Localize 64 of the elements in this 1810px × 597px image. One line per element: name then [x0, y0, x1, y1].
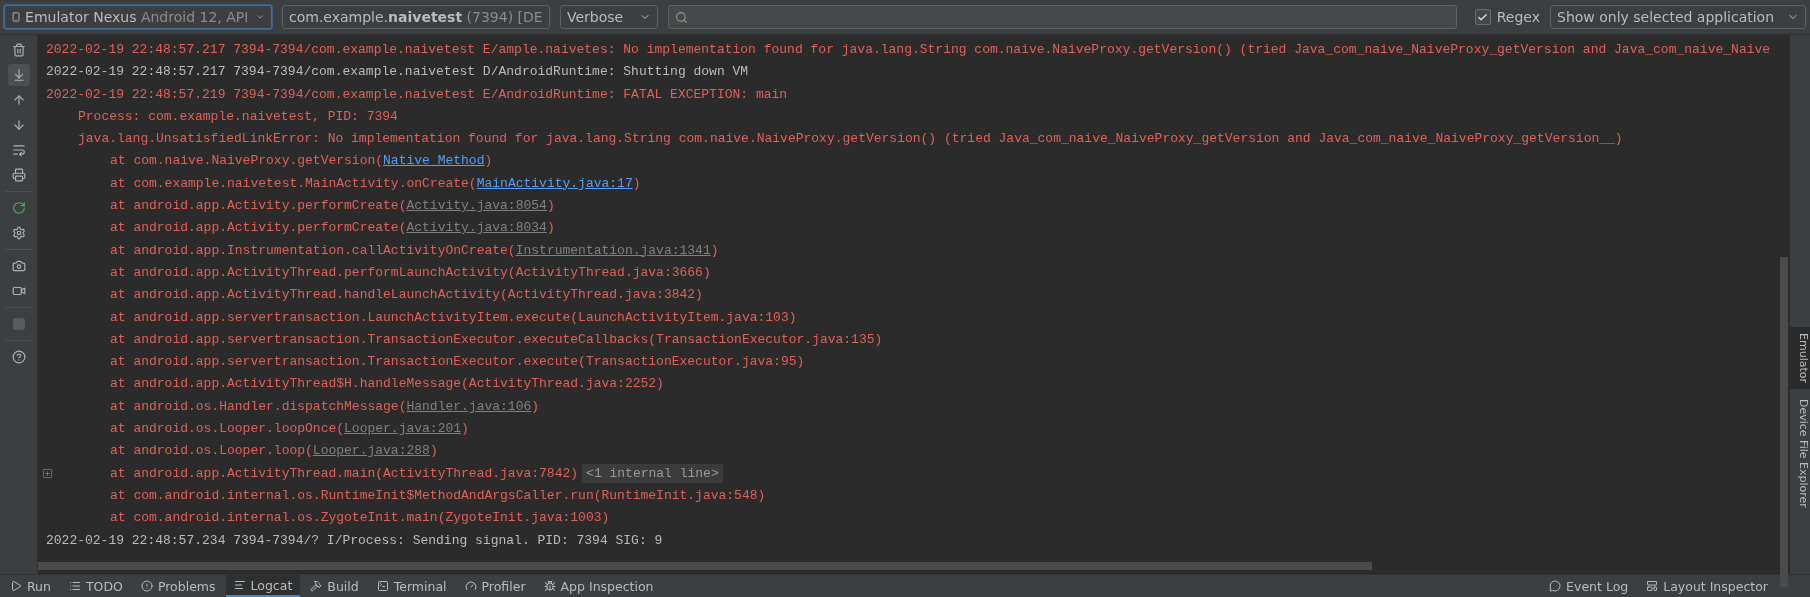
log-line: at android.os.Looper.loop(Looper.java:288): [109, 442, 438, 461]
log-line: at com.android.internal.os.RuntimeInit$MethodAndArgsCaller.run(RuntimeInit.java:548): [109, 486, 766, 505]
log-line: 2022-02-19 22:48:57.217 7394-7394/com.example.naivetest E/ample.naivetes: No implementation found for java.lang.String com.naive.NaiveProxy.getVersion() (tried Java_com_naive_NaiveProxy_getVersion and Java_com_naive_Naive: [45, 41, 1771, 59]
build-icon: [310, 580, 323, 592]
tool-window-tab[interactable]: Run: [2, 575, 59, 597]
log-line: at android.app.ActivityThread.performLaunchActivity(ActivityThread.java:3666): [109, 263, 711, 282]
file-link[interactable]: Handler.java:106: [406, 398, 532, 414]
tool-window-tab[interactable]: Problems: [132, 575, 224, 597]
log-line: at android.app.ActivityThread.handleLaunchActivity(ActivityThread.java:3842): [109, 286, 703, 305]
layout-icon: [1646, 580, 1659, 592]
file-link[interactable]: Activity.java:8034: [406, 220, 547, 236]
log-line: at android.app.servertransaction.TransactionExecutor.executeCallbacks(TransactionExecutor.java:135): [109, 330, 883, 349]
tool-window-tab[interactable]: Build: [302, 575, 367, 597]
log-line: at com.naive.NaiveProxy.getVersion(Native Method): [109, 152, 493, 171]
phone-icon: [11, 10, 22, 24]
log-line: at android.app.servertransaction.LaunchActivityItem.execute(LaunchActivityItem.java:103): [109, 308, 797, 327]
profiler-icon: [464, 580, 477, 592]
scroll-to-end-icon[interactable]: [7, 64, 30, 86]
regex-checkbox[interactable]: Regex: [1474, 9, 1540, 25]
log-line: at android.app.servertransaction.TransactionExecutor.execute(TransactionExecutor.java:95): [109, 353, 805, 372]
side-panel-tab[interactable]: Device File Explorer: [1790, 393, 1810, 514]
tool-window-tab[interactable]: Profiler: [456, 575, 534, 597]
log-line: at android.os.Looper.loopOnce(Looper.java:201): [109, 420, 469, 439]
log-line: at com.example.naivetest.MainActivity.onCreate(MainActivity.java:17): [109, 174, 641, 193]
device-dropdown[interactable]: Emulator Nexus Android 12, API: [4, 5, 272, 29]
log-line: at android.app.Activity.performCreate(Activity.java:8054): [109, 197, 555, 216]
todo-icon: [68, 580, 81, 592]
log-line: Process: com.example.naivetest, PID: 7394: [77, 107, 398, 126]
file-link[interactable]: Looper.java:288: [312, 443, 430, 459]
log-level-dropdown[interactable]: Verbose: [560, 5, 658, 29]
tool-window-tab[interactable]: TODO: [60, 575, 131, 597]
tool-window-tab[interactable]: Layout Inspector: [1638, 575, 1776, 597]
log-line: 2022-02-19 22:48:57.219 7394-7394/com.example.naivetest E/AndroidRuntime: FATAL EXCEPTION: main: [45, 85, 788, 104]
log-line: at android.app.ActivityThread.main(ActivityThread.java:7842) <1 internal line>: [38, 462, 723, 485]
log-line: at com.android.internal.os.ZygoteInit.main(ZygoteInit.java:1003): [109, 509, 610, 528]
log-line: at android.app.Activity.performCreate(Activity.java:8034): [109, 219, 555, 238]
horizontal-scrollbar[interactable]: [38, 562, 1372, 570]
vertical-scrollbar[interactable]: [1780, 257, 1788, 587]
filter-dropdown[interactable]: Show only selected application: [1550, 5, 1806, 29]
log-line: 2022-02-19 22:48:57.217 7394-7394/com.example.naivetest D/AndroidRuntime: Shutting down VM: [45, 63, 749, 82]
source-link[interactable]: Native Method: [383, 153, 485, 169]
log-line: at android.app.ActivityThread$H.handleMessage(ActivityThread.java:2252): [109, 375, 664, 394]
problems-icon: [140, 580, 153, 592]
log-line: java.lang.UnsatisfiedLinkError: No implementation found for java.lang.String com.naive.NaiveProxy.getVersion() (tried Java_com_naive_NaiveProxy_getVersion and Java_com_naive_NaiveProxy_getVersion__): [77, 130, 1623, 149]
process-dropdown[interactable]: com.example.naivetest (7394) [DE: [282, 5, 550, 29]
run-icon: [10, 580, 22, 592]
file-link[interactable]: Instrumentation.java:1341: [515, 242, 711, 258]
search-field[interactable]: [668, 5, 1457, 29]
search-icon: [675, 10, 688, 24]
tool-window-tab[interactable]: Terminal: [368, 575, 455, 597]
tool-window-tab[interactable]: Event Log: [1541, 575, 1637, 597]
folded-lines-label[interactable]: <1 internal line>: [582, 463, 723, 483]
tool-window-tab[interactable]: App Inspection: [535, 575, 662, 597]
log-line: 2022-02-19 22:48:57.234 7394-7394/? I/Process: Sending signal. PID: 7394 SIG: 9: [45, 531, 663, 550]
checkmark-icon: [1477, 11, 1489, 23]
file-link[interactable]: Looper.java:201: [344, 421, 462, 437]
source-link[interactable]: MainActivity.java:17: [476, 175, 633, 191]
expand-icon[interactable]: [42, 467, 53, 479]
log-line: at android.app.Instrumentation.callActivityOnCreate(Instrumentation.java:1341): [109, 241, 719, 260]
tool-window-tab[interactable]: Logcat: [225, 575, 301, 597]
terminal-icon: [376, 580, 389, 592]
side-panel-tab[interactable]: Emulator: [1790, 327, 1810, 389]
log-line: at android.os.Handler.dispatchMessage(Handler.java:106): [109, 397, 540, 416]
file-link[interactable]: Activity.java:8054: [406, 198, 547, 214]
